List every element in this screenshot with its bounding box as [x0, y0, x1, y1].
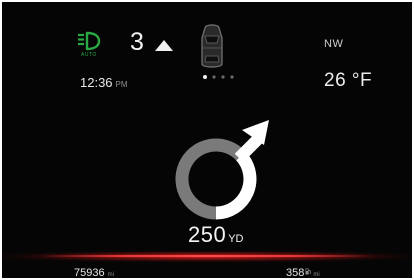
roundabout-exit-arrow-icon	[175, 120, 269, 220]
odometer: 75936 mi	[74, 263, 114, 278]
clock-time: 12:36	[80, 75, 113, 90]
auto-headlight-icon	[78, 31, 101, 51]
range-unit: mi	[313, 272, 320, 278]
distance-unit: YD	[228, 233, 244, 245]
odometer-value: 75936	[74, 267, 105, 278]
accent-divider-line	[42, 255, 372, 257]
outside-temperature: 26 °F	[324, 70, 373, 91]
page-dot-4	[230, 75, 234, 79]
car-top-view-icon	[201, 24, 223, 68]
odometer-unit: mi	[107, 272, 114, 278]
page-dot-2	[212, 75, 216, 79]
page-indicator-dots	[203, 75, 234, 79]
accent-glow-bar	[2, 251, 412, 263]
clock: 12:36 PM	[80, 74, 128, 92]
instrument-cluster-screen: AUTO 3 NW 12:36 PM 26 °F 250 YD 75936 mi 35…	[2, 2, 412, 278]
gear-indicator: 3	[130, 28, 144, 56]
range-value: 358	[286, 267, 305, 278]
fuel-pump-icon	[305, 268, 312, 275]
light-auto-label: AUTO	[81, 52, 97, 58]
clock-ampm: PM	[115, 80, 128, 89]
compass-heading: NW	[324, 38, 344, 50]
fuel-range: 358 mi	[286, 263, 320, 278]
triangle-up-icon	[155, 40, 173, 51]
page-dot-1	[203, 75, 207, 79]
distance-value: 250	[188, 222, 227, 247]
next-turn-distance: 250 YD	[188, 222, 258, 248]
page-dot-3	[221, 75, 225, 79]
